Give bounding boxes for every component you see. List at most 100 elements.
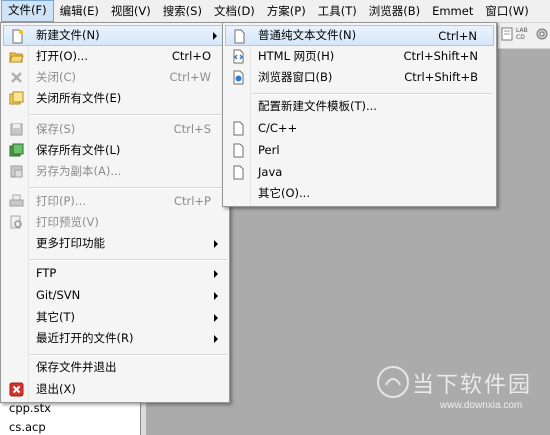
menu-item-exit[interactable]: 退出(X) [3,379,227,400]
menu-item-label: 保存文件并退出 [36,360,117,374]
menu-item-print-preview[interactable]: 打印预览(V) [3,212,227,233]
menu-item-save-and-exit[interactable]: 保存文件并退出 [3,357,227,378]
menu-item-label: 打开(O)... [36,49,88,63]
submenu-arrow-icon [213,32,217,40]
menu-item-close[interactable]: 关闭(C) Ctrl+W [3,67,227,88]
file-list: cpp.stx cs.acp [0,398,141,435]
menu-item-label: C/C++ [258,121,298,135]
menu-item-other-type[interactable]: 其它(O)... [225,183,494,204]
submenu-arrow-icon [214,335,218,343]
separator [30,259,227,261]
menu-item-label: 保存(S) [36,122,76,136]
submenu-arrow-icon [214,292,218,300]
menu-item-label: 浏览器窗口(B) [258,70,333,84]
separator [30,114,227,116]
browser-icon [233,70,244,85]
menu-item-java[interactable]: Java [225,162,494,183]
menu-item-label: Java [258,165,283,179]
editor-edge [140,400,146,435]
menu-item-label: 更多打印功能 [36,236,105,250]
menu-item-browser-window[interactable]: 浏览器窗口(B) Ctrl+Shift+B [225,67,494,88]
menu-item-html-page[interactable]: HTML 网页(H) Ctrl+Shift+N [225,46,494,67]
shortcut: Ctrl+O [171,49,211,63]
new-file-submenu: 普通纯文本文件(N) Ctrl+N HTML 网页(H) Ctrl+Shift+… [222,22,497,207]
charmap-icon[interactable]: LAB CD [516,27,534,41]
perl-file-icon [233,143,244,158]
menu-item-label: 新建文件(N) [36,28,100,42]
menu-item-label: Perl [258,143,280,157]
menu-view[interactable]: 视图(V) [105,1,157,21]
new-file-icon [12,29,23,44]
shortcut: Ctrl+W [169,70,211,84]
menu-tools[interactable]: 工具(T) [312,1,363,21]
menu-document[interactable]: 文档(D) [208,1,261,21]
menu-item-perl[interactable]: Perl [225,140,494,161]
menu-item-save[interactable]: 保存(S) Ctrl+S [3,119,227,140]
text-file-icon [234,29,245,44]
menu-edit[interactable]: 编辑(E) [54,1,105,21]
open-folder-icon [9,52,24,63]
menu-browser[interactable]: 浏览器(B) [363,1,426,21]
menu-emmet[interactable]: Emmet [426,1,479,21]
close-all-icon [9,91,24,105]
menubar: 文件(F) 编辑(E) 视图(V) 搜索(S) 文档(D) 方案(P) 工具(T… [0,0,550,23]
menu-item-label: 其它(O)... [258,186,310,200]
exit-icon [9,382,24,397]
submenu-arrow-icon [214,270,218,278]
print-preview-icon [10,215,22,229]
menu-item-label: 关闭(C) [36,70,77,84]
java-file-icon [233,165,244,180]
separator [252,93,492,95]
file-menu: 新建文件(N) 打开(O)... Ctrl+O 关闭(C) Ctrl+W 关闭所… [0,22,230,403]
watermark-text: 当下软件园 [412,373,533,398]
menu-item-label: 另存为副本(A)... [36,164,122,178]
shortcut: Ctrl+Shift+B [404,70,478,84]
watermark: 当下软件园 www.downxia.com [368,365,548,425]
menu-item-label: HTML 网页(H) [258,49,335,63]
menu-search[interactable]: 搜索(S) [157,1,208,21]
menu-item-label: Git/SVN [36,288,81,302]
menu-item-plain-text-file[interactable]: 普通纯文本文件(N) Ctrl+N [225,25,494,46]
cpp-file-icon [233,121,244,136]
menu-item-save-copy[interactable]: 另存为副本(A)... [3,161,227,182]
document-icon[interactable] [500,27,514,41]
shortcut: Ctrl+N [438,29,477,43]
html-file-icon [233,49,244,64]
shortcut: Ctrl+S [173,122,211,136]
menu-scheme[interactable]: 方案(P) [261,1,312,21]
menu-item-save-all[interactable]: 保存所有文件(L) [3,140,227,161]
menu-item-open[interactable]: 打开(O)... Ctrl+O [3,46,227,67]
menu-item-new-file[interactable]: 新建文件(N) [3,25,227,46]
menu-item-label: 退出(X) [36,382,76,396]
close-icon [11,72,22,83]
menu-item-label: 最近打开的文件(R) [36,331,134,345]
menu-item-other[interactable]: 其它(T) [3,307,227,328]
submenu-arrow-icon [214,240,218,248]
separator [30,354,227,356]
save-icon [10,123,23,136]
menu-item-label: FTP [36,266,57,280]
shortcut: Ctrl+Shift+N [403,49,478,63]
toolbar: LAB CD [498,23,550,49]
menu-item-label: 关闭所有文件(E) [36,91,122,105]
menu-item-git-svn[interactable]: Git/SVN [3,285,227,306]
menu-item-recent-files[interactable]: 最近打开的文件(R) [3,328,227,349]
menu-item-ftp[interactable]: FTP [3,263,227,284]
gear-icon[interactable] [535,27,549,41]
menu-item-label: 保存所有文件(L) [36,143,121,157]
save-copy-icon [10,165,23,178]
save-all-icon [9,143,24,157]
menu-item-configure-templates[interactable]: 配置新建文件模板(T)... [225,96,494,117]
menu-window[interactable]: 窗口(W) [479,1,534,21]
printer-icon [9,194,24,207]
shortcut: Ctrl+P [173,194,211,208]
menu-item-close-all[interactable]: 关闭所有文件(E) [3,88,227,109]
menu-file[interactable]: 文件(F) [1,0,54,22]
menu-item-print[interactable]: 打印(P)... Ctrl+P [3,191,227,212]
submenu-arrow-icon [214,314,218,322]
watermark-logo-icon [377,366,409,398]
menu-item-cpp[interactable]: C/C++ [225,118,494,139]
menu-item-more-print[interactable]: 更多打印功能 [3,233,227,254]
menu-item-label: 配置新建文件模板(T)... [258,99,377,113]
list-item[interactable]: cs.acp [9,419,46,435]
